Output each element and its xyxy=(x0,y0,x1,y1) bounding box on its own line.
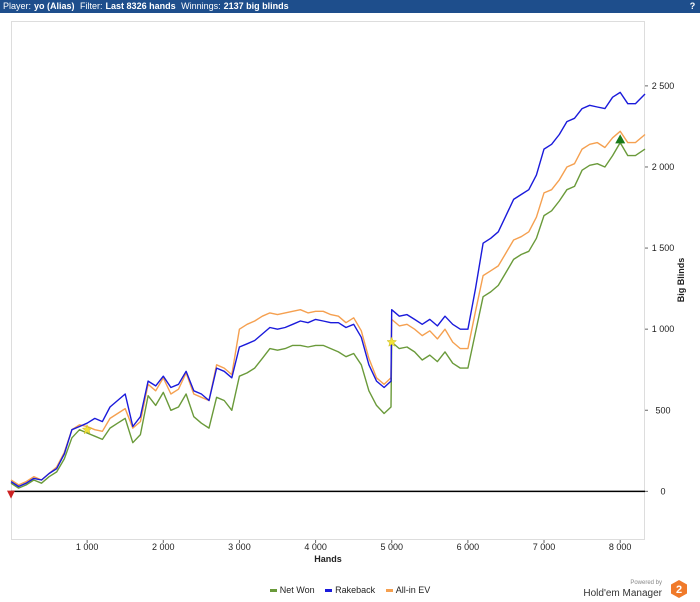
legend-item-all-in-ev[interactable]: All-in EV xyxy=(385,585,431,595)
y-tick-label: 2 500 xyxy=(652,81,675,91)
powered-by-text: Powered by xyxy=(630,580,662,586)
x-axis-label: Hands xyxy=(314,554,342,564)
x-tick-label: 7 000 xyxy=(533,542,556,552)
logo-number: 2 xyxy=(676,584,682,596)
x-tick-label: 3 000 xyxy=(228,542,251,552)
series-layer xyxy=(10,91,646,489)
series-line-rakeback xyxy=(10,91,646,488)
y-tick-label: 1 500 xyxy=(652,243,675,253)
x-tick-label: 5 000 xyxy=(380,542,403,552)
x-tick-label: 6 000 xyxy=(457,542,480,552)
legend-swatch-net-won xyxy=(269,589,277,593)
legend-item-net-won[interactable]: Net Won xyxy=(269,585,315,595)
y-tick-label: 500 xyxy=(655,405,670,415)
axis-layer: 1 000 2 000 3 000 4 000 5 000 6 000 7 000 8 000… xyxy=(11,81,674,552)
legend-swatch-all-in-ev xyxy=(385,589,393,593)
graph-chart: 1 000 2 000 3 000 4 000 5 000 6 000 7 000 8 000… xyxy=(7,81,686,564)
brand-block: Powered by Hold'em Manager 2 xyxy=(583,580,688,600)
x-tick-label: 8 000 xyxy=(609,542,632,552)
legend-item-rakeback[interactable]: Rakeback xyxy=(325,585,375,595)
triangle-down-marker-icon xyxy=(7,490,15,499)
legend-label-all-in-ev: All-in EV xyxy=(395,585,431,595)
y-tick-label: 1 000 xyxy=(652,324,675,334)
brand-name: Hold'em Manager xyxy=(583,588,662,599)
legend-swatch-rakeback xyxy=(325,589,333,593)
marker-layer xyxy=(7,134,626,499)
x-tick-label: 2 000 xyxy=(152,542,175,552)
series-line-all-in-ev xyxy=(10,130,646,486)
x-tick-label: 1 000 xyxy=(76,542,99,552)
series-line-net-won xyxy=(10,141,646,489)
y-tick-label: 0 xyxy=(660,486,665,496)
y-tick-label: 2 000 xyxy=(652,162,675,172)
y-axis-label: Big Blinds xyxy=(676,258,686,303)
x-tick-label: 4 000 xyxy=(304,542,327,552)
legend-label-net-won: Net Won xyxy=(279,585,315,595)
legend-label-rakeback: Rakeback xyxy=(335,585,376,595)
hem-logo-icon: 2 xyxy=(671,580,687,598)
